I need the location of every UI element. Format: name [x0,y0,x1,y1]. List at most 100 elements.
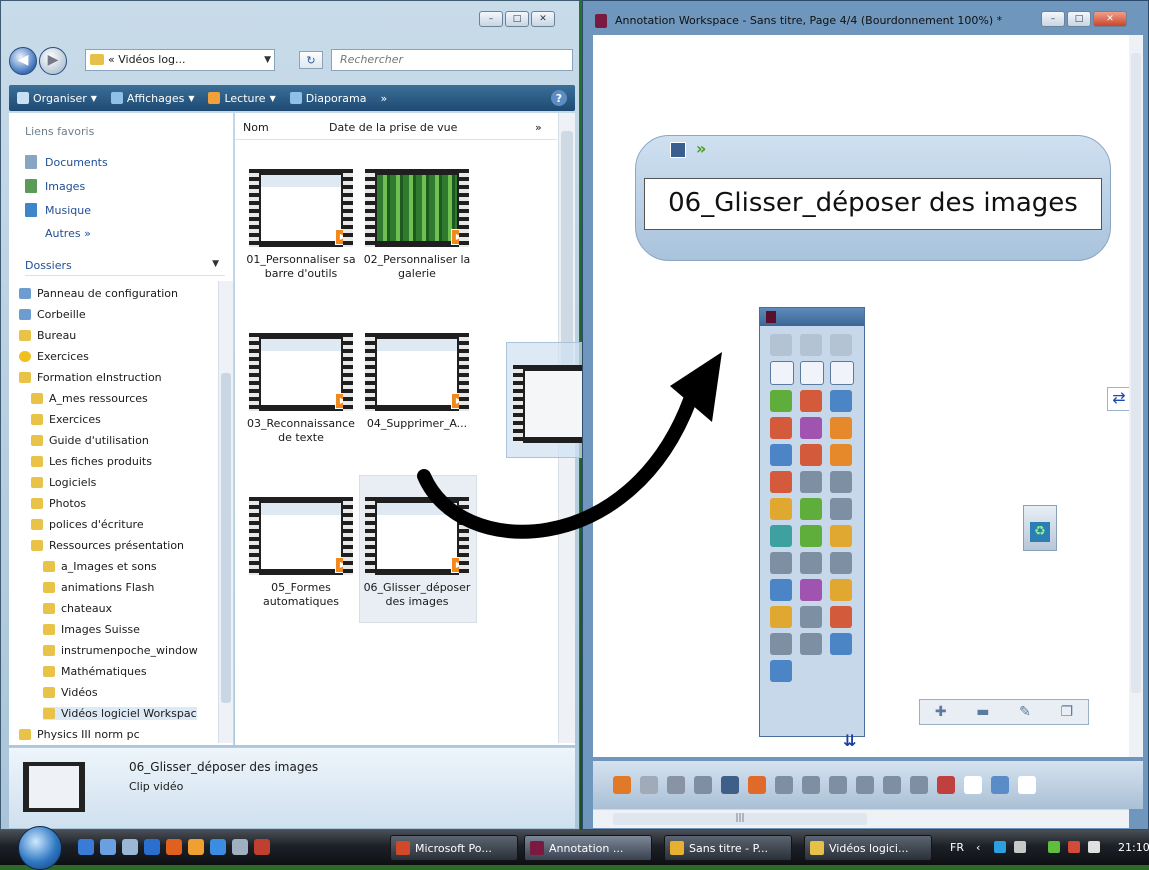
tool-icon[interactable] [830,417,852,439]
tool-icon[interactable] [800,552,822,574]
network-icon[interactable] [1048,841,1060,853]
double-down-arrow-icon[interactable]: ⇊ [843,731,865,753]
tree-item[interactable]: Ressources présentation [31,539,184,552]
favorite-music[interactable]: Musique [25,203,91,217]
tree-item[interactable]: Exercices [31,413,101,426]
horizontal-scrollbar[interactable]: ||| [593,809,1129,828]
tool-icon[interactable] [770,525,792,547]
maximize-button[interactable]: □ [505,11,529,27]
page-title[interactable]: 06_Glisser_déposer des images [644,178,1102,230]
toolbar-icon[interactable] [667,776,685,794]
toolbar-icon[interactable] [937,776,955,794]
toolbar-icon[interactable] [721,776,739,794]
tool-icon[interactable] [770,633,792,655]
app-icon[interactable] [254,839,270,855]
tool-icon[interactable] [770,471,792,493]
video-thumbnail[interactable]: ▶ [249,333,353,411]
chevron-left-icon[interactable]: ‹ [976,830,980,865]
tool-icon[interactable] [770,498,792,520]
tool-icon[interactable] [830,334,852,356]
file-name[interactable]: 01_Personnaliser sa barre d'outils [242,253,360,281]
play-button[interactable]: Lecture ▼ [208,92,276,105]
close-button[interactable]: ✕ [1093,11,1127,27]
slideshow-button[interactable]: Diaporama [289,92,366,105]
tool-icon[interactable] [830,606,852,628]
tree-item[interactable]: Corbeille [19,308,86,321]
toolbar-icon[interactable] [964,776,982,794]
scrollbar-thumb[interactable] [221,373,231,703]
toolbar-icon[interactable] [829,776,847,794]
media-icon[interactable] [166,839,182,855]
minimize-button[interactable]: – [1041,11,1065,27]
tree-item[interactable]: chateaux [43,602,112,615]
tray-app-icon[interactable] [1014,841,1026,853]
app-icon[interactable] [210,839,226,855]
tree-item[interactable]: A_mes ressources [31,392,148,405]
tool-icon[interactable] [800,579,822,601]
switch-windows-icon[interactable] [100,839,116,855]
toolbar-icon[interactable] [856,776,874,794]
toolbar-icon[interactable] [640,776,658,794]
favorite-documents[interactable]: Documents [25,155,108,169]
column-name[interactable]: Nom [243,121,269,134]
organize-button[interactable]: Organiser ▼ [17,92,97,105]
tool-icon[interactable] [800,606,822,628]
toolbar-icon[interactable] [1018,776,1036,794]
task-powerpoint[interactable]: Microsoft Po... [390,835,518,861]
tree-item[interactable]: Les fiches produits [31,455,152,468]
security-icon[interactable] [1068,841,1080,853]
tool-icon[interactable] [770,361,794,385]
tray-app-icon[interactable] [994,841,1006,853]
volume-icon[interactable] [1088,841,1100,853]
tool-icon[interactable] [830,444,852,466]
tree-item[interactable]: a_Images et sons [43,560,157,573]
close-button[interactable]: ✕ [531,11,555,27]
search-input[interactable]: Rechercher [331,49,573,71]
nav-scrollbar[interactable] [218,281,233,743]
tree-item[interactable]: Vidéos logiciel Workspac [43,707,197,720]
play-arrow-icon[interactable]: » [696,139,706,158]
file-name[interactable]: 03_Reconnaissance de texte [242,417,360,445]
exchange-arrows-icon[interactable]: ⇄ [1107,387,1131,411]
start-button[interactable] [18,826,62,870]
back-arrow-icon[interactable]: ◀ [9,47,37,75]
annotation-canvas[interactable]: » 06_Glisser_déposer des images ⇊ ⇄ ♻ ✚ … [593,35,1131,757]
toolbar-icon[interactable] [694,776,712,794]
video-thumbnail[interactable]: ▶ [249,497,353,575]
tool-icon[interactable] [830,579,852,601]
favorite-images[interactable]: Images [25,179,85,193]
task-sans-titre[interactable]: Sans titre - P... [664,835,792,861]
tree-item[interactable]: Mathématiques [43,665,147,678]
video-thumbnail[interactable]: ▶ [365,333,469,411]
tree-item[interactable]: Photos [31,497,86,510]
task-videos-folder[interactable]: Vidéos logici... [804,835,932,861]
video-thumbnail[interactable]: ▶ [365,497,469,575]
show-desktop-icon[interactable] [78,839,94,855]
tree-item[interactable]: Physics III norm pc [19,728,140,741]
tool-icon[interactable] [770,390,792,412]
tool-icon[interactable] [830,390,852,412]
video-thumbnail[interactable]: ▶ [249,169,353,247]
toolbar-icon[interactable] [991,776,1009,794]
tool-icon[interactable] [830,633,852,655]
tool-icon[interactable] [830,498,852,520]
app-icon[interactable] [232,839,248,855]
help-icon[interactable]: ? [551,90,567,106]
favorites-more-link[interactable]: Autres » [45,227,91,240]
toolbar-icon[interactable] [775,776,793,794]
column-date[interactable]: Date de la prise de vue [329,121,457,134]
tool-icon[interactable] [770,552,792,574]
file-name[interactable]: 05_Formes automatiques [242,581,360,609]
tree-item[interactable]: Formation eInstruction [19,371,162,384]
folders-header[interactable]: Dossiers ▼ [25,259,225,276]
vertical-scrollbar[interactable] [1129,35,1143,757]
tool-icon[interactable] [800,361,824,385]
toolbar-icon[interactable] [802,776,820,794]
tool-icon[interactable] [800,334,822,356]
scrollbar-thumb[interactable]: ||| [613,813,867,825]
scrollbar-thumb[interactable] [1131,53,1141,693]
tree-item[interactable]: animations Flash [43,581,154,594]
tool-icon[interactable] [800,390,822,412]
tool-icon[interactable] [800,525,822,547]
clock[interactable]: 21:10 [1118,830,1149,865]
